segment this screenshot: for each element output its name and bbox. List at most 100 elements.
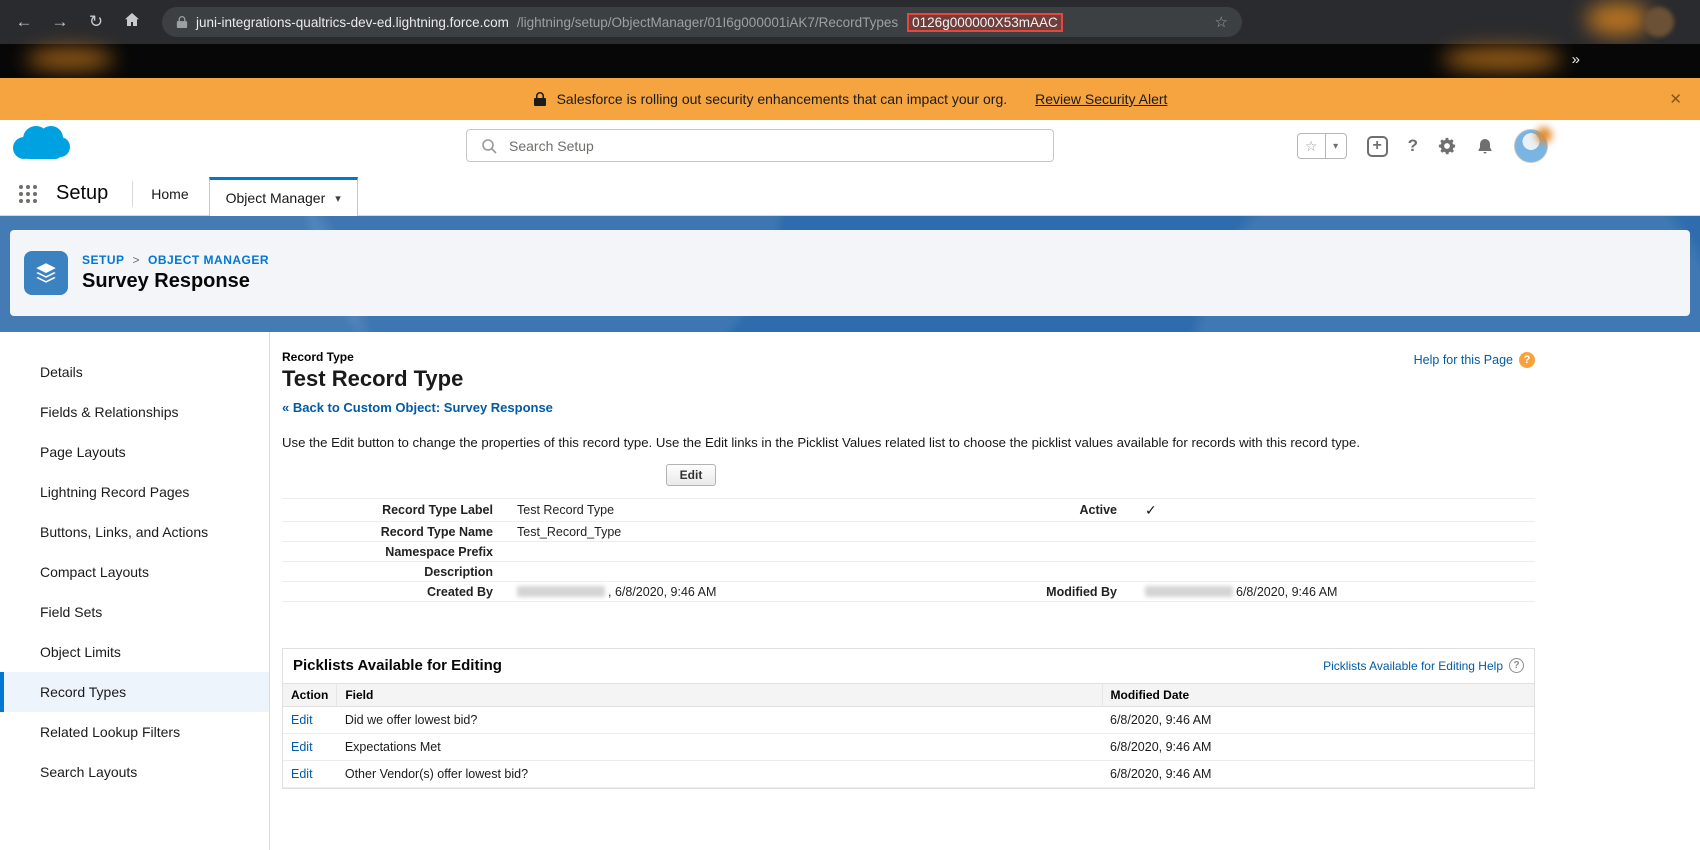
browser-profile-avatar[interactable] [1644, 7, 1674, 37]
detail-row: Description [282, 561, 1535, 581]
help-for-this-page: Help for this Page ? [1414, 352, 1535, 368]
sidebar-item-fields-relationships[interactable]: Fields & Relationships [0, 392, 269, 432]
namespace-prefix-label: Namespace Prefix [282, 545, 507, 559]
sidebar-item-object-limits[interactable]: Object Limits [0, 632, 269, 672]
modified-by-label: Modified By [997, 585, 1127, 599]
favorites-chevron-down-icon[interactable]: ▾ [1326, 134, 1346, 158]
forward-button[interactable]: → [50, 12, 70, 32]
record-type-detail-panel: Record Type Test Record Type « Back to C… [270, 332, 1700, 850]
secure-lock-icon [176, 15, 188, 29]
alert-message: Salesforce is rolling out security enhan… [557, 91, 1008, 107]
button-row: Edit [282, 464, 1100, 486]
detail-row: Namespace Prefix [282, 541, 1535, 561]
sidebar-item-record-types[interactable]: Record Types [0, 672, 269, 712]
edit-button[interactable]: Edit [666, 464, 717, 486]
search-setup-input[interactable] [507, 137, 1053, 155]
redacted-blur [1586, 2, 1650, 36]
picklists-section-title: Picklists Available for Editing [293, 657, 502, 674]
picklists-help-link[interactable]: Picklists Available for Editing Help [1323, 659, 1503, 673]
picklist-modified-date: 6/8/2020, 9:46 AM [1102, 734, 1534, 761]
object-record-type-icon [24, 251, 68, 295]
quick-add-icon[interactable]: + [1367, 136, 1388, 157]
home-button[interactable] [122, 11, 142, 34]
bell-icon[interactable] [1476, 137, 1494, 155]
tab-home[interactable]: Home [133, 186, 206, 202]
help-icon[interactable]: ? [1408, 136, 1418, 156]
entity-type-label: Record Type [282, 350, 1535, 364]
bookmark-star-icon[interactable]: ☆ [1215, 13, 1228, 31]
edit-link[interactable]: Edit [283, 761, 337, 788]
setup-nav-left: Setup [0, 172, 132, 215]
picklist-field-name: Expectations Met [337, 734, 1102, 761]
page-header-text: SETUP > OBJECT MANAGER Survey Response [82, 253, 269, 293]
page-header-band: SETUP > OBJECT MANAGER Survey Response [0, 216, 1700, 332]
active-check-icon: ✓ [1127, 502, 1535, 519]
created-by-label: Created By [282, 585, 507, 599]
record-type-details: Record Type Label Test Record Type Activ… [282, 498, 1535, 602]
sidebar-item-buttons-links-actions[interactable]: Buttons, Links, and Actions [0, 512, 269, 552]
lock-icon [533, 91, 547, 107]
edit-link[interactable]: Edit [283, 734, 337, 761]
header-actions: ☆ ▾ + ? [1297, 120, 1548, 172]
detail-row: Created By , 6/8/2020, 9:46 AM Modified … [282, 581, 1535, 602]
table-row: Edit Did we offer lowest bid? 6/8/2020, … [283, 707, 1534, 734]
intro-text: Use the Edit button to change the proper… [282, 435, 1535, 450]
sidebar-item-field-sets[interactable]: Field Sets [0, 592, 269, 632]
description-label: Description [282, 565, 507, 579]
record-type-title: Test Record Type [282, 366, 1535, 392]
breadcrumb-object-manager-link[interactable]: OBJECT MANAGER [148, 253, 269, 267]
url-path: /lightning/setup/ObjectManager/01I6g0000… [517, 15, 898, 30]
review-security-alert-link[interactable]: Review Security Alert [1035, 91, 1167, 107]
record-type-name-label: Record Type Name [282, 525, 507, 539]
global-header: ☆ ▾ + ? [0, 120, 1700, 172]
sidebar-item-page-layouts[interactable]: Page Layouts [0, 432, 269, 472]
created-by-date: , 6/8/2020, 9:46 AM [608, 585, 716, 599]
column-header-modified-date: Modified Date [1102, 684, 1534, 707]
favorites-star-icon[interactable]: ☆ [1298, 134, 1326, 158]
gear-icon[interactable] [1438, 137, 1456, 155]
chevron-down-icon: ▾ [335, 192, 341, 205]
redacted-blur [1442, 47, 1562, 71]
picklists-help: Picklists Available for Editing Help ? [1323, 658, 1524, 673]
sidebar-item-search-layouts[interactable]: Search Layouts [0, 752, 269, 792]
search-setup[interactable] [466, 129, 1054, 162]
app-launcher-waffle-icon[interactable] [18, 184, 38, 204]
page-title: Survey Response [82, 270, 269, 293]
picklist-modified-date: 6/8/2020, 9:46 AM [1102, 761, 1534, 788]
tab-object-manager[interactable]: Object Manager ▾ [209, 177, 358, 216]
sidebar-item-related-lookup-filters[interactable]: Related Lookup Filters [0, 712, 269, 752]
picklists-table: Action Field Modified Date Edit Did we o… [283, 683, 1534, 788]
redacted-blur [26, 48, 114, 70]
sidebar-item-lightning-record-pages[interactable]: Lightning Record Pages [0, 472, 269, 512]
user-avatar[interactable] [1514, 129, 1548, 163]
edit-link[interactable]: Edit [283, 707, 337, 734]
page-header-card: SETUP > OBJECT MANAGER Survey Response [10, 230, 1690, 316]
table-row: Edit Expectations Met 6/8/2020, 9:46 AM [283, 734, 1534, 761]
detail-row: Record Type Name Test_Record_Type [282, 521, 1535, 541]
tab-object-manager-label: Object Manager [226, 190, 326, 206]
help-question-icon[interactable]: ? [1519, 352, 1535, 368]
breadcrumb-separator: > [133, 253, 141, 267]
picklist-field-name: Did we offer lowest bid? [337, 707, 1102, 734]
url-highlighted-record-id: 0126g000000X53mAAC [907, 13, 1063, 32]
url-bar[interactable]: juni-integrations-qualtrics-dev-ed.light… [162, 7, 1242, 37]
close-icon[interactable]: ✕ [1669, 90, 1682, 108]
picklist-field-name: Other Vendor(s) offer lowest bid? [337, 761, 1102, 788]
bookmarks-overflow-chevron[interactable]: » [1572, 51, 1580, 68]
redacted-user-name [1145, 586, 1233, 597]
back-to-custom-object-link[interactable]: « Back to Custom Object: Survey Response [282, 400, 553, 415]
detail-row: Record Type Label Test Record Type Activ… [282, 498, 1535, 521]
picklists-help-question-icon[interactable]: ? [1509, 658, 1524, 673]
table-row: Edit Other Vendor(s) offer lowest bid? 6… [283, 761, 1534, 788]
security-alert-banner: Salesforce is rolling out security enhan… [0, 78, 1700, 120]
sidebar-item-details[interactable]: Details [0, 352, 269, 392]
sidebar-item-compact-layouts[interactable]: Compact Layouts [0, 552, 269, 592]
redacted-user-name [517, 586, 605, 597]
picklists-table-header-row: Action Field Modified Date [283, 684, 1534, 707]
browser-toolbar: ← → ↻ juni-integrations-qualtrics-dev-ed… [0, 0, 1700, 44]
url-host: juni-integrations-qualtrics-dev-ed.light… [196, 15, 509, 30]
reload-button[interactable]: ↻ [86, 12, 106, 32]
help-for-this-page-link[interactable]: Help for this Page [1414, 353, 1513, 367]
back-button[interactable]: ← [14, 12, 34, 32]
breadcrumb-setup-link[interactable]: SETUP [82, 253, 125, 267]
